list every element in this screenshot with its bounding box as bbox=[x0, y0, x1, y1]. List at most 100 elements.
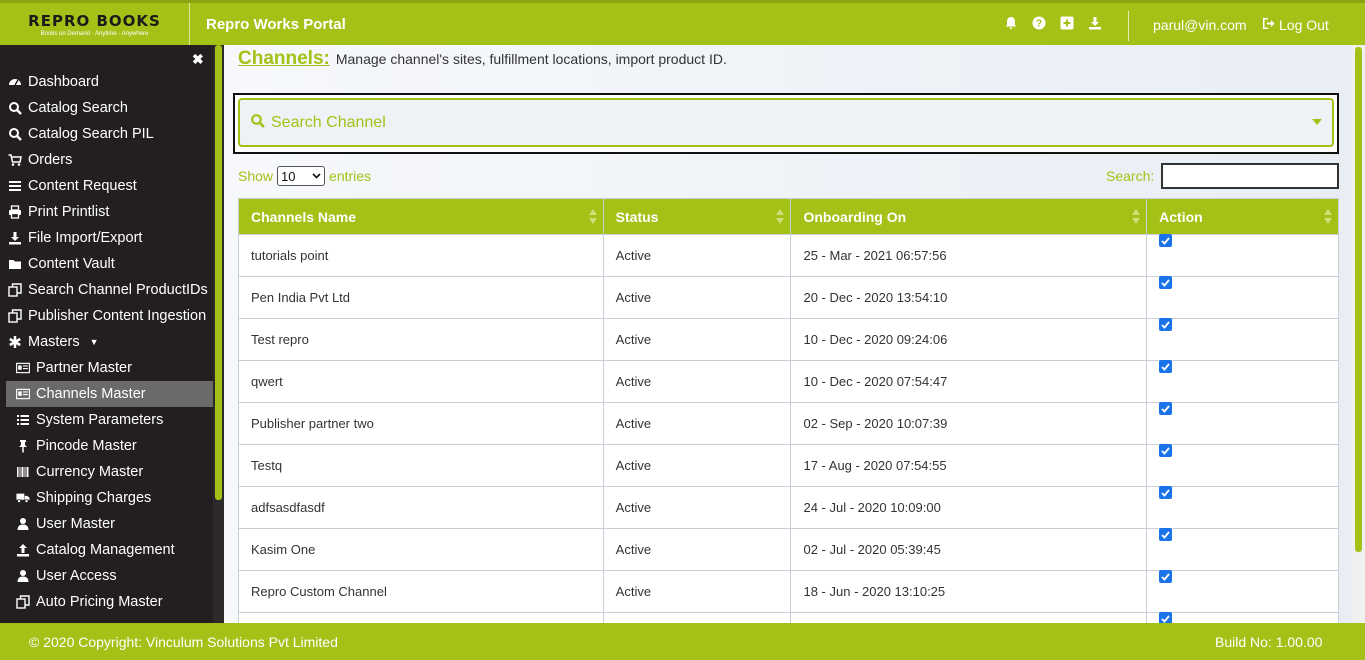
channel-search-placeholder: Search Channel bbox=[271, 113, 386, 131]
action-checkbox[interactable] bbox=[1159, 276, 1173, 289]
check-icon bbox=[1161, 572, 1170, 581]
check-icon bbox=[1161, 614, 1170, 623]
download-icon bbox=[8, 231, 22, 245]
action-cell bbox=[1146, 360, 1339, 403]
table-row: Publisher partner two Active 02 - Sep - … bbox=[238, 402, 1339, 445]
column-header-action[interactable]: Action bbox=[1146, 198, 1339, 235]
logo[interactable]: REPRO BOOKS Books on Demand · Anytime · … bbox=[0, 3, 190, 45]
column-header-label: Channels Name bbox=[251, 208, 357, 225]
channel-name-cell bbox=[238, 612, 604, 623]
sidebar-item-catalog-search[interactable]: Catalog Search bbox=[0, 95, 213, 121]
copy-icon bbox=[8, 283, 22, 297]
plus-square-icon[interactable] bbox=[1059, 15, 1075, 31]
sidebar-item-auto-pricing-master[interactable]: Auto Pricing Master bbox=[0, 589, 213, 615]
bell-icon[interactable] bbox=[1003, 15, 1019, 31]
column-header-onboarding-on[interactable]: Onboarding On bbox=[790, 198, 1148, 235]
sidebar-item-file-import-export[interactable]: File Import/Export bbox=[0, 225, 213, 251]
channel-name-cell: adfsasdfasdf bbox=[238, 486, 604, 529]
check-icon bbox=[1161, 530, 1170, 539]
sidebar-item-currency-master[interactable]: Currency Master bbox=[0, 459, 213, 485]
sidebar-item-content-vault[interactable]: Content Vault bbox=[0, 251, 213, 277]
sidebar-item-publisher-content-ingestion[interactable]: Publisher Content Ingestion bbox=[0, 303, 213, 329]
user-email[interactable]: parul@vin.com bbox=[1153, 17, 1247, 33]
onboarding-cell: 18 - Jun - 2020 13:10:25 bbox=[790, 570, 1148, 613]
status-cell: Active bbox=[602, 234, 792, 277]
sidebar-item-shipping-charges[interactable]: Shipping Charges bbox=[0, 485, 213, 511]
header-icons: ? bbox=[1003, 15, 1103, 31]
action-checkbox[interactable] bbox=[1159, 402, 1173, 415]
sidebar-item-catalog-management[interactable]: Catalog Management bbox=[0, 537, 213, 563]
table-search-input[interactable] bbox=[1161, 163, 1339, 189]
sidebar-scrollbar[interactable] bbox=[213, 45, 224, 623]
list-icon bbox=[8, 179, 22, 193]
sidebar-item-label: User Access bbox=[36, 568, 117, 584]
action-checkbox[interactable] bbox=[1159, 486, 1173, 499]
sidebar-item-system-parameters[interactable]: System Parameters bbox=[0, 407, 213, 433]
sidebar-item-label: Catalog Management bbox=[36, 542, 175, 558]
sidebar-scrollbar-thumb[interactable] bbox=[215, 45, 222, 500]
sidebar-item-pincode-master[interactable]: Pincode Master bbox=[0, 433, 213, 459]
sidebar-item-label: User Master bbox=[36, 516, 115, 532]
action-checkbox[interactable] bbox=[1159, 234, 1173, 247]
sidebar-item-print-printlist[interactable]: Print Printlist bbox=[0, 199, 213, 225]
main-scrollbar[interactable] bbox=[1352, 45, 1365, 623]
sidebar-item-user-access[interactable]: User Access bbox=[0, 563, 213, 589]
table-row: Kasim One Active 02 - Jul - 2020 05:39:4… bbox=[238, 528, 1339, 571]
action-checkbox[interactable] bbox=[1159, 318, 1173, 331]
main-scrollbar-thumb[interactable] bbox=[1355, 47, 1362, 552]
entries-length-select[interactable]: 10 bbox=[277, 166, 326, 186]
close-icon[interactable]: ✖ bbox=[192, 51, 204, 68]
action-checkbox[interactable] bbox=[1159, 612, 1173, 623]
chevron-down-icon bbox=[1312, 119, 1322, 125]
list-ul-icon bbox=[16, 413, 30, 427]
table-row: qwert Active 10 - Dec - 2020 07:54:47 bbox=[238, 360, 1339, 403]
column-header-status[interactable]: Status bbox=[602, 198, 792, 235]
asterisk-icon bbox=[8, 335, 22, 349]
action-checkbox[interactable] bbox=[1159, 444, 1173, 457]
copy-icon bbox=[16, 595, 30, 609]
sidebar-item-dashboard[interactable]: Dashboard bbox=[0, 69, 213, 95]
onboarding-cell: 25 - Mar - 2021 06:57:56 bbox=[790, 234, 1148, 277]
sidebar-item-label: Publisher Content Ingestion bbox=[28, 308, 207, 324]
sidebar-item-label: Shipping Charges bbox=[36, 490, 152, 506]
table-row: Repro Custom Channel Active 18 - Jun - 2… bbox=[238, 570, 1339, 613]
truck-icon bbox=[16, 491, 30, 505]
table-row: Pen India Pvt Ltd Active 20 - Dec - 2020… bbox=[238, 276, 1339, 319]
sidebar-menu: Dashboard Catalog Search Catalog Search … bbox=[0, 69, 213, 615]
sidebar-item-orders[interactable]: Orders bbox=[0, 147, 213, 173]
logout-button[interactable]: Log Out bbox=[1262, 17, 1329, 33]
table-row-partial bbox=[238, 612, 1339, 623]
status-cell: Active bbox=[602, 318, 792, 361]
action-cell bbox=[1146, 612, 1339, 623]
onboarding-cell: 10 - Dec - 2020 09:24:06 bbox=[790, 318, 1148, 361]
sidebar-item-user-master[interactable]: User Master bbox=[0, 511, 213, 537]
sidebar-item-channels-master[interactable]: Channels Master bbox=[6, 381, 213, 407]
table-row: adfsasdfasdf Active 24 - Jul - 2020 10:0… bbox=[238, 486, 1339, 529]
action-checkbox[interactable] bbox=[1159, 528, 1173, 541]
page-description: Manage channel's sites, fulfillment loca… bbox=[335, 51, 727, 67]
copy-icon bbox=[8, 309, 22, 323]
download-icon[interactable] bbox=[1087, 15, 1103, 31]
top-header: REPRO BOOKS Books on Demand · Anytime · … bbox=[0, 0, 1365, 45]
sidebar-item-partner-master[interactable]: Partner Master bbox=[0, 355, 213, 381]
print-icon bbox=[8, 205, 22, 219]
channel-search-select[interactable]: Search Channel bbox=[238, 98, 1334, 147]
action-checkbox[interactable] bbox=[1159, 360, 1173, 373]
sidebar-item-content-request[interactable]: Content Request bbox=[0, 173, 213, 199]
caret-down-icon: ▼ bbox=[89, 337, 99, 347]
channel-name-cell: qwert bbox=[238, 360, 604, 403]
svg-text:?: ? bbox=[1036, 19, 1042, 30]
channel-name-cell: Pen India Pvt Ltd bbox=[238, 276, 604, 319]
sidebar-item-catalog-search-pil[interactable]: Catalog Search PIL bbox=[0, 121, 213, 147]
help-icon[interactable]: ? bbox=[1031, 15, 1047, 31]
action-checkbox[interactable] bbox=[1159, 570, 1173, 583]
logo-main-text: REPRO BOOKS bbox=[28, 11, 161, 30]
column-header-channels-name[interactable]: Channels Name bbox=[238, 198, 604, 235]
sidebar-item-label: System Parameters bbox=[36, 412, 164, 428]
sidebar-item-label: Content Vault bbox=[28, 256, 115, 272]
sidebar-item-search-channel-productids[interactable]: Search Channel ProductIDs bbox=[0, 277, 213, 303]
sidebar-item-masters[interactable]: Masters ▼ bbox=[0, 329, 213, 355]
footer: © 2020 Copyright: Vinculum Solutions Pvt… bbox=[0, 623, 1365, 660]
cart-icon bbox=[8, 153, 22, 167]
check-icon bbox=[1161, 404, 1170, 413]
